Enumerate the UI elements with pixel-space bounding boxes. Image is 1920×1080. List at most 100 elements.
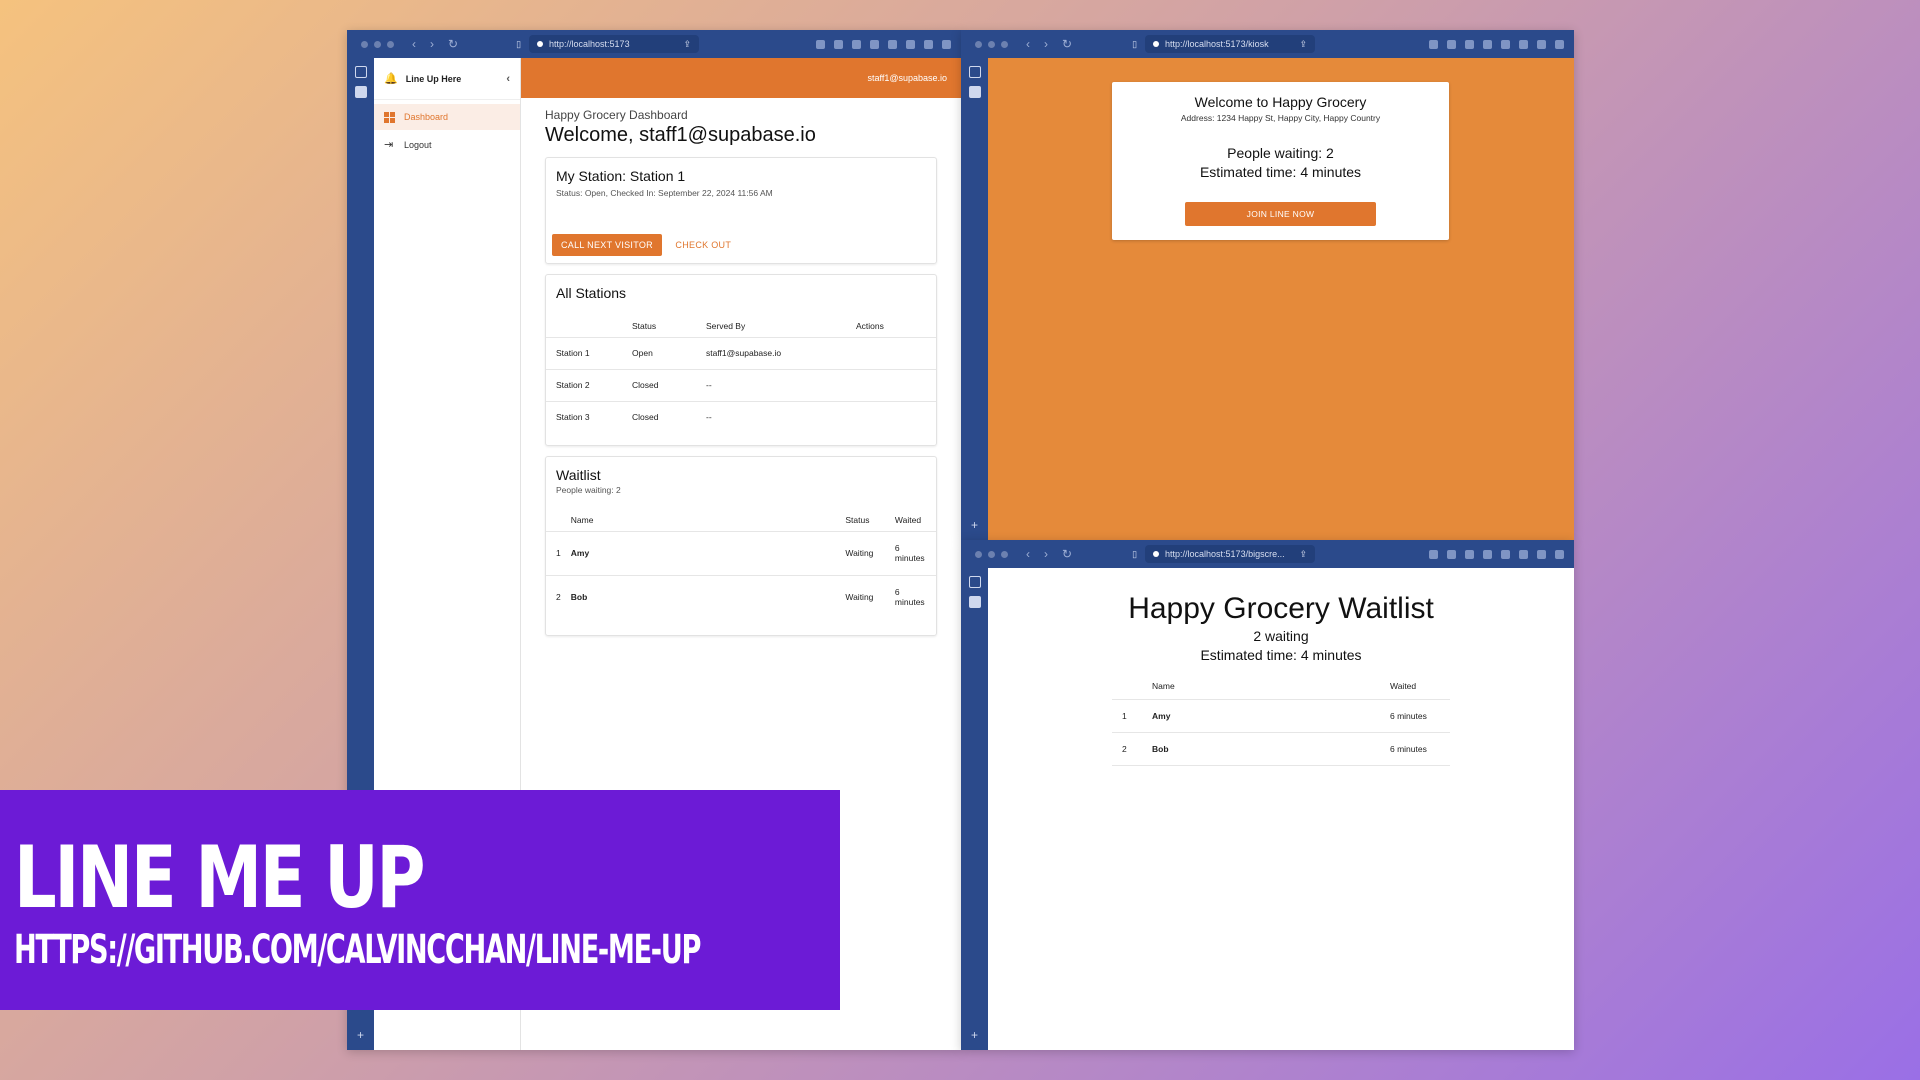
table-cell: 6 minutes <box>894 587 925 608</box>
sidebar-item-label: Dashboard <box>404 112 449 122</box>
forward-icon[interactable]: › <box>1044 37 1048 51</box>
all-stations-card: All Stations Status Served By Actions St… <box>545 274 937 446</box>
app-bar: staff1@supabase.io <box>521 58 961 98</box>
join-line-button[interactable]: JOIN LINE NOW <box>1185 202 1376 226</box>
table-header-row: Name Status Waited <box>546 509 936 531</box>
bigscreen-content: Happy Grocery Waitlist 2 waiting Estimat… <box>988 568 1574 1050</box>
tab-icon[interactable] <box>354 86 367 98</box>
kiosk-people-waiting: People waiting: 2 <box>1227 145 1334 161</box>
table-header: Status <box>845 514 870 525</box>
collapse-sidebar-icon[interactable]: ‹ <box>506 73 510 85</box>
table-header: Name <box>1152 680 1175 691</box>
table-header-row: Status Served By Actions <box>546 315 936 337</box>
table-cell: 6 minutes <box>1390 743 1427 754</box>
table-cell: 6 minutes <box>1390 710 1427 721</box>
window-controls[interactable] <box>975 40 1008 48</box>
back-icon[interactable]: ‹ <box>1026 547 1030 561</box>
waitlist-subtitle: People waiting: 2 <box>556 485 621 495</box>
table-cell: Amy <box>570 548 590 558</box>
back-icon[interactable]: ‹ <box>1026 37 1030 51</box>
sidebar-toggle-icon[interactable] <box>968 576 981 588</box>
table-cell: Station 2 <box>556 380 590 390</box>
user-email[interactable]: staff1@supabase.io <box>867 73 947 83</box>
table-cell <box>856 369 936 401</box>
table-row: 1 Amy Waiting 6 minutes <box>546 531 936 575</box>
browser-side-strip: + <box>961 568 988 1050</box>
sidebar-item-label: Logout <box>404 140 432 150</box>
kiosk-welcome: Welcome to Happy Grocery <box>1194 94 1367 110</box>
extension-icons[interactable] <box>816 39 951 49</box>
address-bar[interactable]: http://localhost:5173 ⇪ <box>529 35 700 53</box>
tab-icon[interactable] <box>968 596 981 608</box>
logout-icon: ⇥ <box>384 138 394 151</box>
page-title: Welcome, staff1@supabase.io <box>545 124 816 146</box>
sidebar-toggle-icon[interactable] <box>968 66 981 78</box>
share-icon[interactable]: ⇪ <box>1299 39 1307 50</box>
table-row: 2 Bob 6 minutes <box>1112 732 1450 765</box>
table-row: 1 Amy 6 minutes <box>1112 699 1450 732</box>
table-cell: staff1@supabase.io <box>706 348 782 358</box>
browser-toolbar: ‹ › ↻ ▯ http://localhost:5173 ⇪ <box>347 30 961 58</box>
bookmark-icon[interactable]: ▯ <box>1132 39 1137 50</box>
table-header <box>546 509 571 531</box>
new-tab-icon[interactable]: + <box>347 1028 374 1042</box>
check-out-button[interactable]: CHECK OUT <box>666 234 740 256</box>
new-tab-icon[interactable]: + <box>961 518 988 532</box>
table-cell <box>856 401 936 433</box>
reload-icon[interactable]: ↻ <box>1062 37 1072 51</box>
table-cell: Closed <box>632 412 659 423</box>
forward-icon[interactable]: › <box>1044 547 1048 561</box>
table-cell: 2 <box>1122 743 1127 754</box>
waitlist-table: Name Status Waited 1 Amy Waiting 6 minut… <box>546 509 936 619</box>
tab-icon[interactable] <box>968 86 981 98</box>
table-cell: 2 <box>556 592 561 603</box>
kiosk-card: Welcome to Happy Grocery Address: 1234 H… <box>1112 82 1449 240</box>
station-title: My Station: Station 1 <box>556 168 686 184</box>
new-tab-icon[interactable]: + <box>961 1028 988 1042</box>
window-controls[interactable] <box>361 40 394 48</box>
window-controls[interactable] <box>975 550 1008 558</box>
browser-toolbar: ‹ › ↻ ▯ http://localhost:5173/bigscre... ⇪ <box>961 540 1574 568</box>
my-station-card: My Station: Station 1 Status: Open, Chec… <box>545 157 937 264</box>
table-cell: Amy <box>1152 710 1171 721</box>
app-title: Line Up Here <box>405 73 462 84</box>
extension-icons[interactable] <box>1429 39 1564 49</box>
table-header: Actions <box>856 320 884 331</box>
waitlist-card: Waitlist People waiting: 2 Name Status W… <box>545 456 937 636</box>
bigscreen-table: Name Waited 1 Amy 6 minutes 2 Bob 6 minu… <box>1112 673 1450 766</box>
call-next-visitor-button[interactable]: CALL NEXT VISITOR <box>552 234 662 256</box>
table-header: Served By <box>706 320 746 331</box>
table-row: Station 2 Closed -- <box>546 369 936 401</box>
sidebar-item-logout[interactable]: ⇥ Logout <box>374 132 520 158</box>
forward-icon[interactable]: › <box>430 37 434 51</box>
bookmark-icon[interactable]: ▯ <box>516 39 521 50</box>
table-header: Name <box>570 514 594 525</box>
extension-icons[interactable] <box>1429 549 1564 559</box>
app-header: 🔔 Line Up Here ‹ <box>374 58 520 100</box>
page-subtitle: Happy Grocery Dashboard <box>545 108 688 122</box>
reload-icon[interactable]: ↻ <box>1062 547 1072 561</box>
table-cell: -- <box>706 380 712 390</box>
back-icon[interactable]: ‹ <box>412 37 416 51</box>
table-header <box>1112 673 1152 699</box>
share-icon[interactable]: ⇪ <box>1299 549 1307 560</box>
address-bar[interactable]: http://localhost:5173/kiosk ⇪ <box>1145 35 1316 53</box>
bookmark-icon[interactable]: ▯ <box>1132 549 1137 560</box>
waitlist-title: Waitlist <box>556 467 601 483</box>
share-icon[interactable]: ⇪ <box>683 39 691 50</box>
dashboard-icon <box>384 111 395 123</box>
table-header <box>546 315 632 337</box>
address-bar[interactable]: http://localhost:5173/bigscre... ⇪ <box>1145 545 1316 563</box>
bigscreen-waiting: 2 waiting <box>1253 628 1309 644</box>
overlay-title: LINE ME UP <box>14 828 426 928</box>
reload-icon[interactable]: ↻ <box>448 37 458 51</box>
sidebar-toggle-icon[interactable] <box>354 66 367 78</box>
title-overlay: LINE ME UP HTTPS://GITHUB.COM/CALVINCCHA… <box>0 790 840 1010</box>
table-row: 2 Bob Waiting 6 minutes <box>546 575 936 619</box>
site-info-icon <box>537 41 544 47</box>
overlay-url: HTTPS://GITHUB.COM/CALVINCCHAN/LINE-ME-U… <box>14 927 701 973</box>
sidebar-item-dashboard[interactable]: Dashboard <box>374 104 520 130</box>
table-cell: Station 1 <box>556 348 590 358</box>
table-cell: Bob <box>1152 743 1169 754</box>
table-row: Station 3 Closed -- <box>546 401 936 433</box>
